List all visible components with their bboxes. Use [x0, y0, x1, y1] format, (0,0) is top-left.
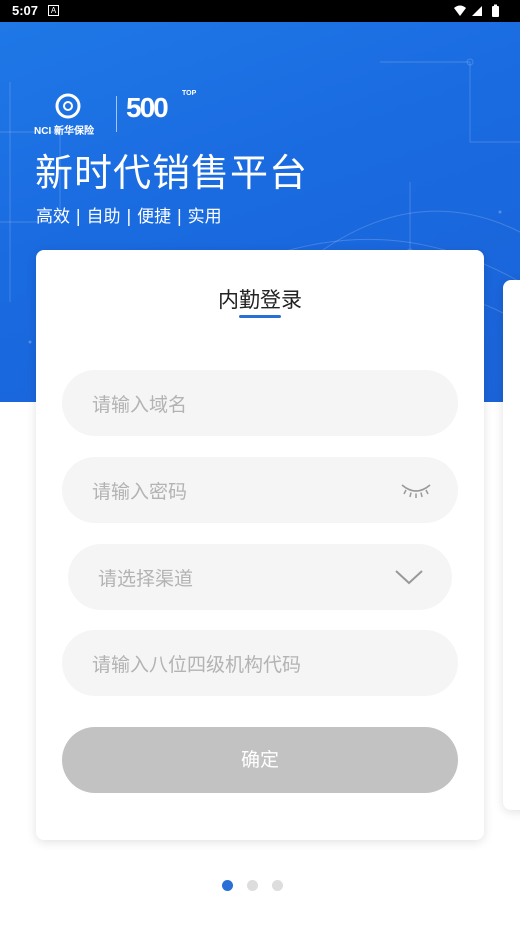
page-dot-3[interactable] — [272, 880, 283, 891]
login-title-underline — [239, 315, 281, 318]
login-title: 内勤登录 — [218, 288, 302, 312]
status-time: 5:07 — [12, 3, 39, 18]
brand-logo: NCI 新华保险 500 TOP — [34, 90, 214, 137]
wifi-icon — [454, 5, 466, 16]
notification-app-icon: A — [48, 5, 59, 16]
password-input[interactable]: 请输入密码 — [62, 457, 458, 523]
login-card: 内勤登录 请输入域名 请输入密码 请选择渠道 请输入八位四级机构代码 确定 — [36, 250, 484, 840]
org-code-input[interactable]: 请输入八位四级机构代码 — [62, 630, 458, 696]
page-title: 新时代销售平台 — [35, 151, 309, 195]
page-indicator — [220, 880, 300, 892]
page-dot-2[interactable] — [247, 880, 258, 891]
confirm-button[interactable]: 确定 — [62, 727, 458, 793]
status-bar: 5:07 A — [0, 0, 520, 22]
eye-closed-icon[interactable] — [400, 481, 432, 499]
nci-logo-icon — [55, 93, 81, 119]
status-icons — [454, 4, 499, 17]
chevron-down-icon[interactable] — [394, 568, 424, 586]
top500-badge-label: TOP — [182, 90, 197, 97]
channel-placeholder: 请选择渠道 — [98, 568, 194, 590]
next-card-peek[interactable] — [503, 280, 520, 810]
top500-badge: 500 — [126, 92, 169, 123]
logo-text: NCI 新华保险 — [34, 126, 94, 137]
channel-select[interactable]: 请选择渠道 — [68, 544, 452, 610]
page-subtitle: 高效 | 自助 | 便捷 | 实用 — [36, 207, 222, 227]
domain-input[interactable]: 请输入域名 — [62, 370, 458, 436]
logo-divider — [116, 96, 117, 132]
battery-icon — [492, 6, 499, 17]
domain-placeholder: 请输入域名 — [92, 394, 188, 416]
page-dot-1[interactable] — [222, 880, 233, 891]
signal-icon — [472, 6, 482, 16]
org-code-placeholder: 请输入八位四级机构代码 — [92, 654, 302, 676]
password-placeholder: 请输入密码 — [92, 481, 188, 503]
